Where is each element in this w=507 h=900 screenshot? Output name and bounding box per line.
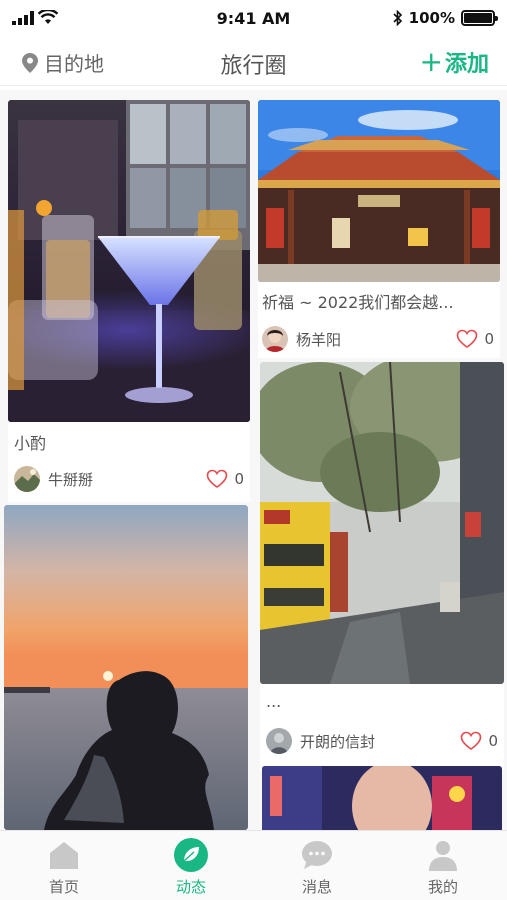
post-feed[interactable]: 小酌 牛掰掰 0 祈福 ~ 2022我们都会越... 杨羊阳 0 ... 开朗的… — [0, 90, 507, 830]
tab-home[interactable]: 首页 — [24, 837, 104, 897]
battery-icon — [461, 10, 498, 26]
post-card[interactable] — [4, 505, 248, 830]
like-count: 0 — [488, 732, 498, 750]
heart-icon — [461, 731, 482, 750]
author-name[interactable]: 牛掰掰 — [48, 469, 93, 490]
tab-profile-label: 我的 — [427, 878, 458, 896]
like-button[interactable]: 0 — [460, 731, 498, 751]
bluetooth-icon — [393, 10, 402, 26]
home-icon — [50, 842, 78, 869]
message-icon — [302, 841, 332, 869]
post-card[interactable]: 小酌 牛掰掰 0 — [8, 100, 250, 502]
location-pin-icon — [22, 52, 38, 73]
profile-icon — [429, 841, 457, 871]
post-photo-partial[interactable] — [262, 766, 502, 830]
post-photo-sunset[interactable] — [4, 505, 248, 830]
author-name[interactable]: 杨羊阳 — [296, 329, 341, 350]
add-button[interactable]: + 添加 — [420, 46, 489, 78]
post-title: 小酌 — [14, 434, 47, 453]
plus-icon: + — [419, 45, 443, 78]
destination-label: 目的地 — [44, 52, 104, 76]
tab-messages-label: 消息 — [301, 878, 332, 896]
post-title: ... — [266, 692, 282, 711]
destination-selector[interactable]: 目的地 — [22, 48, 104, 77]
avatar[interactable] — [14, 466, 40, 492]
leaf-icon — [174, 838, 208, 872]
status-bar: 9:41 AM 100% — [0, 0, 507, 38]
add-label: 添加 — [444, 52, 489, 77]
post-card[interactable] — [262, 766, 502, 830]
tab-profile[interactable]: 我的 — [403, 837, 483, 897]
like-count: 0 — [234, 470, 244, 488]
author-name[interactable]: 开朗的信封 — [300, 731, 375, 752]
avatar[interactable] — [262, 326, 288, 352]
post-card[interactable]: ... 开朗的信封 0 — [260, 362, 504, 770]
avatar[interactable] — [266, 728, 292, 754]
post-title: 祈福 ~ 2022我们都会越... — [262, 293, 454, 312]
like-count: 0 — [484, 330, 494, 348]
post-photo-bar-cocktail[interactable] — [8, 100, 250, 422]
post-card[interactable]: 祈福 ~ 2022我们都会越... 杨羊阳 0 — [258, 100, 500, 358]
tab-moments-label: 动态 — [175, 878, 206, 896]
heart-icon — [207, 469, 228, 488]
like-button[interactable]: 0 — [456, 329, 494, 349]
heart-icon — [457, 329, 478, 348]
post-photo-rainy-street[interactable] — [260, 362, 504, 684]
bottom-tab-bar: 首页 动态 消息 我的 — [0, 830, 507, 900]
tab-moments[interactable]: 动态 — [151, 837, 231, 897]
tab-messages[interactable]: 消息 — [277, 837, 357, 897]
post-photo-temple[interactable] — [258, 100, 500, 282]
tab-home-label: 首页 — [48, 878, 79, 896]
like-button[interactable]: 0 — [206, 469, 244, 489]
battery-percent: 100% — [408, 9, 455, 27]
nav-header: 目的地 旅行圈 + 添加 — [0, 38, 507, 86]
